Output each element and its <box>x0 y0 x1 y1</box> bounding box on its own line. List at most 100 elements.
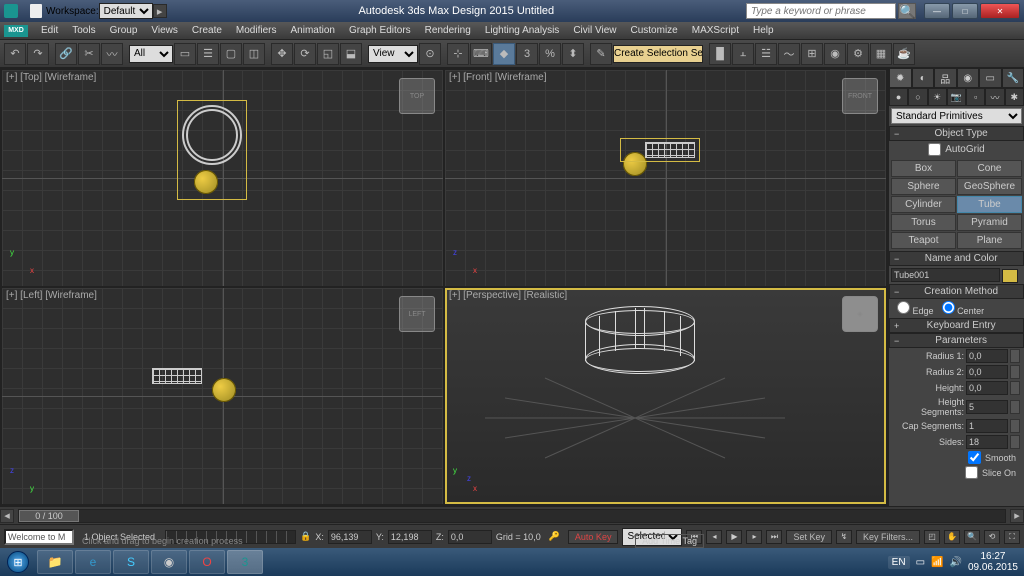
creation-edge-radio[interactable]: Edge <box>897 301 934 316</box>
tray-network-icon[interactable]: 📶 <box>931 557 943 568</box>
link-button[interactable]: 🔗 <box>55 43 77 65</box>
smooth-checkbox[interactable] <box>968 451 981 464</box>
angle-snap-button[interactable]: 3 <box>516 43 538 65</box>
viewport-top[interactable]: [+] [Top] [Wireframe] TOP xy <box>2 70 443 286</box>
viewcube-front[interactable]: FRONT <box>842 78 878 114</box>
viewcube-left[interactable]: LEFT <box>399 296 435 332</box>
spacewarps-tab[interactable]: 〰 <box>985 88 1004 106</box>
rollout-object-type[interactable]: −Object Type <box>889 126 1024 141</box>
menu-help[interactable]: Help <box>746 25 781 36</box>
clock[interactable]: 16:27 09.06.2015 <box>968 551 1018 573</box>
primitive-cone[interactable]: Cone <box>957 160 1022 177</box>
add-time-tag-button[interactable]: Add Time Tag <box>635 534 704 548</box>
maximize-viewport-button[interactable]: ⛶ <box>1004 530 1020 544</box>
select-rotate-button[interactable]: ⟳ <box>294 43 316 65</box>
use-pivot-center-button[interactable]: ⊙ <box>419 43 441 65</box>
named-selection-set[interactable] <box>613 45 703 63</box>
window-minimize-button[interactable]: — <box>924 3 950 19</box>
hseg-spin-buttons[interactable] <box>1010 400 1020 414</box>
height-spin-buttons[interactable] <box>1010 381 1020 395</box>
object-color-swatch[interactable] <box>1002 269 1018 283</box>
shapes-tab[interactable]: ○ <box>908 88 927 106</box>
application-menu-button[interactable]: MXD <box>4 25 28 37</box>
rollout-name-color[interactable]: −Name and Color <box>889 251 1024 266</box>
task-3dsmax[interactable]: 3 <box>227 550 263 574</box>
viewcube-top[interactable]: TOP <box>399 78 435 114</box>
hierarchy-panel-tab[interactable]: 品 <box>934 68 957 88</box>
task-skype[interactable]: S <box>113 550 149 574</box>
ref-coord-system[interactable]: View <box>368 45 418 63</box>
rendered-frame-button[interactable]: ▦ <box>870 43 892 65</box>
layers-button[interactable]: ☱ <box>755 43 777 65</box>
keyboard-shortcut-override-button[interactable]: ⌨ <box>470 43 492 65</box>
align-button[interactable]: ⫠ <box>732 43 754 65</box>
autogrid-checkbox[interactable] <box>928 143 941 156</box>
systems-tab[interactable]: ✱ <box>1005 88 1024 106</box>
primitive-tube[interactable]: Tube <box>957 196 1022 213</box>
task-opera[interactable]: O <box>189 550 225 574</box>
primitive-torus[interactable]: Torus <box>891 214 956 231</box>
snap-toggle-button[interactable]: ◆ <box>493 43 515 65</box>
undo-button[interactable]: ↶ <box>4 43 26 65</box>
select-place-button[interactable]: ⬓ <box>340 43 362 65</box>
language-indicator[interactable]: EN <box>888 556 910 569</box>
display-panel-tab[interactable]: ▭ <box>979 68 1002 88</box>
primitive-pyramid[interactable]: Pyramid <box>957 214 1022 231</box>
tray-volume-icon[interactable]: 🔊 <box>949 557 961 568</box>
select-scale-button[interactable]: ◱ <box>317 43 339 65</box>
menu-group[interactable]: Group <box>103 25 145 36</box>
menu-maxscript[interactable]: MAXScript <box>685 25 746 36</box>
menu-edit[interactable]: Edit <box>34 25 65 36</box>
task-explorer[interactable]: 📁 <box>37 550 73 574</box>
tray-flag-icon[interactable]: ▭ <box>916 557 925 568</box>
render-setup-button[interactable]: ⚙ <box>847 43 869 65</box>
viewport-left-label[interactable]: [+] [Left] [Wireframe] <box>6 290 97 301</box>
rollout-parameters[interactable]: −Parameters <box>889 333 1024 348</box>
document-icon[interactable] <box>30 4 42 18</box>
select-region-button[interactable]: ▢ <box>220 43 242 65</box>
pan-view-button[interactable]: ✋ <box>944 530 960 544</box>
primitive-teapot[interactable]: Teapot <box>891 232 956 249</box>
viewport-perspective[interactable]: [+] [Perspective] [Realistic] ◈ <box>445 288 886 504</box>
isolate-selection-button[interactable]: ◰ <box>924 530 940 544</box>
menu-graph-editors[interactable]: Graph Editors <box>342 25 418 36</box>
geometry-tab[interactable]: ● <box>889 88 908 106</box>
helpers-tab[interactable]: ▫ <box>966 88 985 106</box>
render-button[interactable]: ☕ <box>893 43 915 65</box>
menu-views[interactable]: Views <box>144 25 185 36</box>
menu-modifiers[interactable]: Modifiers <box>229 25 284 36</box>
unlink-button[interactable]: ✂ <box>78 43 100 65</box>
bind-spacewarp-button[interactable]: 〰 <box>101 43 123 65</box>
spinner-snap-button[interactable]: ⬍ <box>562 43 584 65</box>
tube-object-persp[interactable] <box>585 306 695 376</box>
viewport-persp-label[interactable]: [+] [Perspective] [Realistic] <box>449 290 567 301</box>
menu-tools[interactable]: Tools <box>65 25 102 36</box>
lights-tab[interactable]: ☀ <box>928 88 947 106</box>
redo-button[interactable]: ↷ <box>27 43 49 65</box>
help-search-button[interactable]: 🔍 <box>898 3 916 19</box>
rollout-creation-method[interactable]: −Creation Method <box>889 284 1024 299</box>
cameras-tab[interactable]: 📷 <box>947 88 966 106</box>
geometry-category-dropdown[interactable]: Standard Primitives <box>891 108 1022 124</box>
select-move-button[interactable]: ✥ <box>271 43 293 65</box>
radius2-spin-buttons[interactable] <box>1010 365 1020 379</box>
menu-lighting-analysis[interactable]: Lighting Analysis <box>478 25 567 36</box>
schematic-view-button[interactable]: ⊞ <box>801 43 823 65</box>
object-name-input[interactable] <box>891 268 1000 282</box>
sides-spin-buttons[interactable] <box>1010 435 1020 449</box>
creation-center-radio[interactable]: Center <box>942 301 985 316</box>
primitive-geosphere[interactable]: GeoSphere <box>957 178 1022 195</box>
task-chrome[interactable]: ◉ <box>151 550 187 574</box>
window-maximize-button[interactable]: □ <box>952 3 978 19</box>
help-search-input[interactable] <box>746 3 896 19</box>
height-spinner[interactable] <box>966 381 1008 395</box>
system-tray[interactable]: EN ▭ 📶 🔊 16:27 09.06.2015 <box>882 551 1024 573</box>
timeline-next-button[interactable]: ▸ <box>1010 509 1024 523</box>
welcome-script-field[interactable] <box>4 529 74 545</box>
rollout-keyboard-entry[interactable]: +Keyboard Entry <box>889 318 1024 333</box>
select-by-name-button[interactable]: ☰ <box>197 43 219 65</box>
curve-editor-button[interactable]: 〜 <box>778 43 800 65</box>
cap-segments-spinner[interactable] <box>966 419 1008 433</box>
sides-spinner[interactable] <box>966 435 1008 449</box>
time-slider-handle[interactable]: 0 / 100 <box>19 510 79 522</box>
